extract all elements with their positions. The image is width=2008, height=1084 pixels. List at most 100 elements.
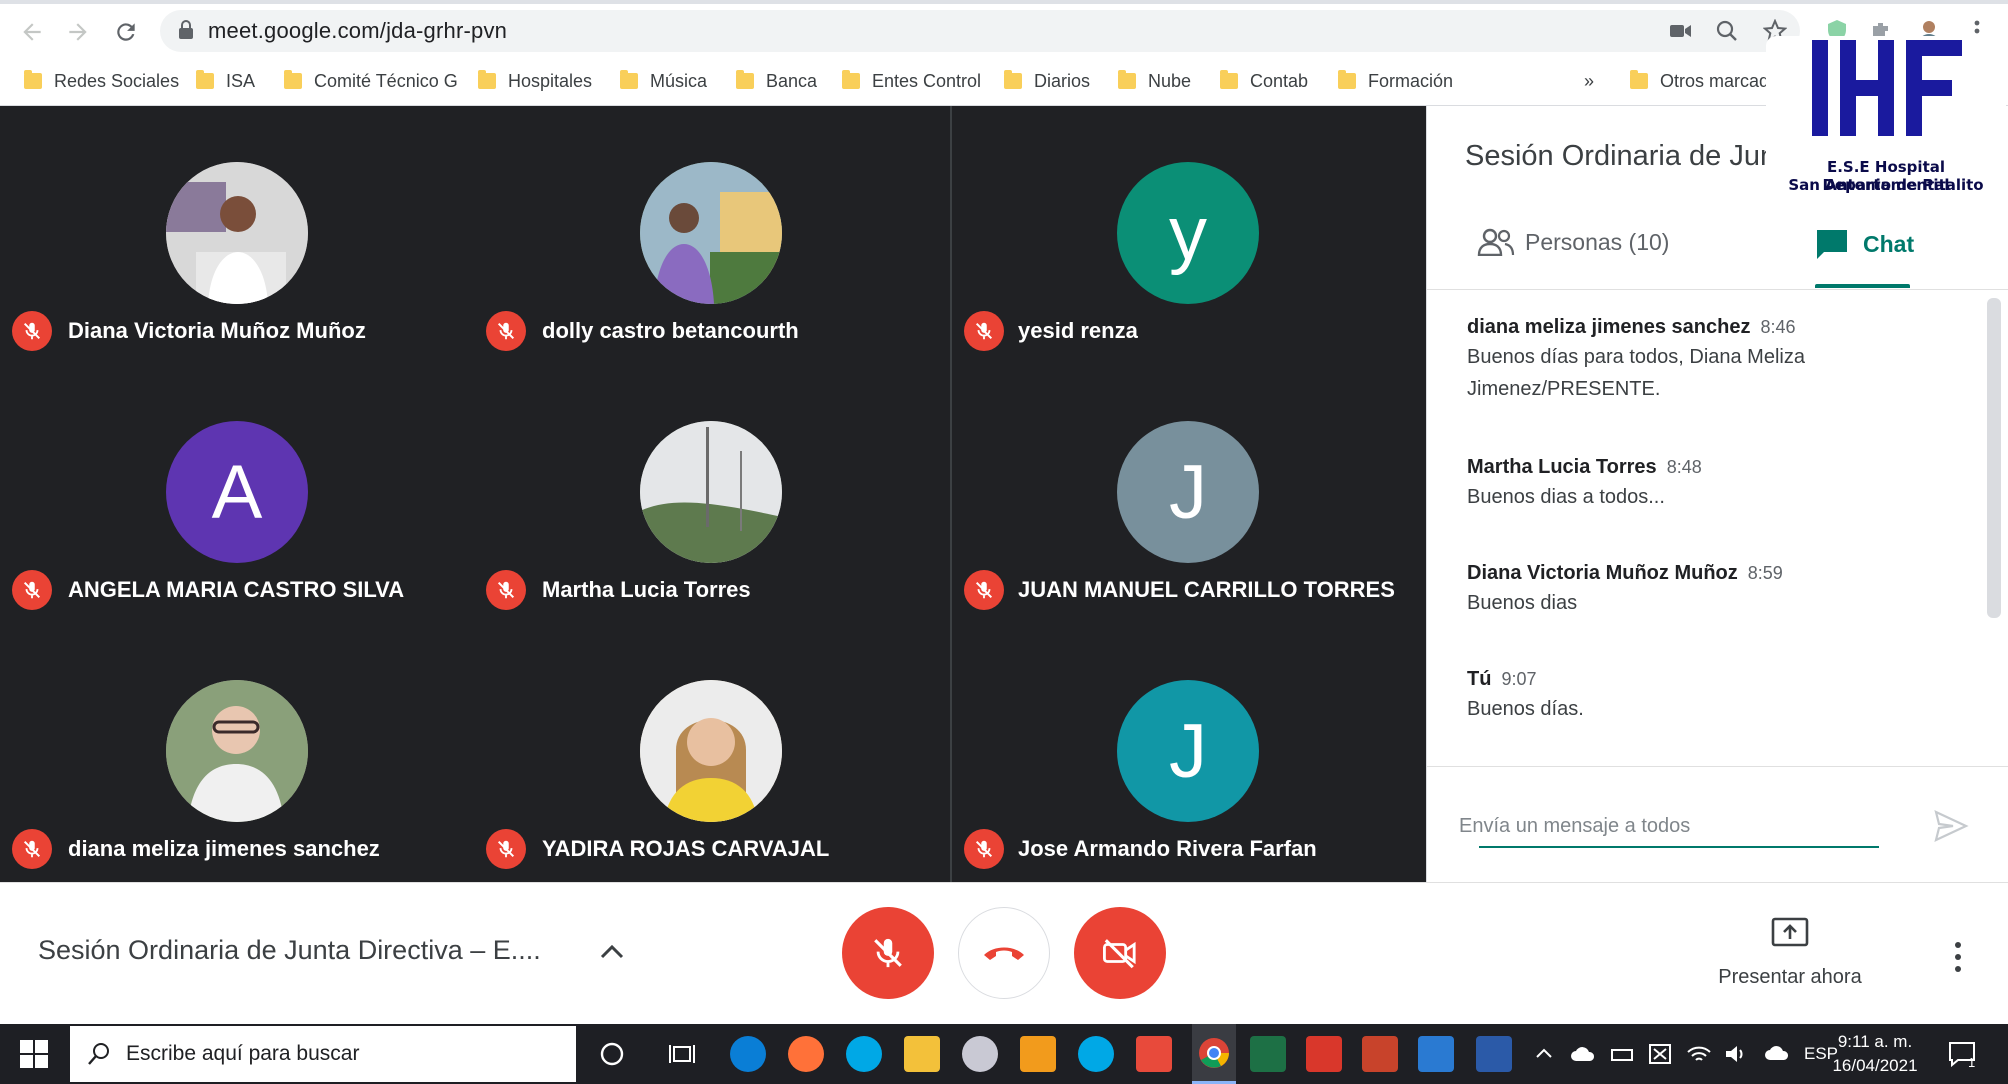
- chat-message-input[interactable]: [1459, 806, 1879, 846]
- folder-icon: [1630, 70, 1648, 89]
- windows-taskbar: Escribe aquí para buscar ESP 9:11 a. m. …: [0, 1024, 2008, 1084]
- input-underline: [1479, 846, 1879, 848]
- cortana-icon[interactable]: [594, 1036, 630, 1072]
- cloud-icon[interactable]: [1764, 1044, 1790, 1064]
- photos-icon[interactable]: [1418, 1036, 1454, 1072]
- security-icon[interactable]: [1648, 1043, 1672, 1065]
- muted-mic-icon: [486, 311, 526, 351]
- message-time: 9:07: [1501, 669, 1537, 689]
- windows-start-icon[interactable]: [20, 1040, 48, 1068]
- participant-initial-avatar: y: [1117, 162, 1259, 304]
- tabstrip: [0, 0, 2008, 4]
- chevron-up-icon[interactable]: [594, 933, 630, 969]
- chat-icon: [1817, 230, 1847, 259]
- zoom-icon[interactable]: [1712, 16, 1742, 46]
- camera-toggle-button[interactable]: [1074, 907, 1166, 999]
- notification-center[interactable]: 1: [1948, 1024, 1975, 1084]
- bookmark-folder[interactable]: Banca: [736, 66, 817, 96]
- hangup-icon: [984, 947, 1024, 960]
- firefox-icon[interactable]: [788, 1036, 824, 1072]
- participant-photo-avatar: [166, 162, 308, 304]
- muted-mic-icon: [12, 570, 52, 610]
- present-now-button[interactable]: Presentar ahora: [1700, 917, 1880, 989]
- wifi-icon[interactable]: [1686, 1044, 1712, 1064]
- message-text: Buenos días.: [1467, 698, 1584, 720]
- chevron-up-icon[interactable]: [1534, 1044, 1554, 1064]
- chat-scrollbar[interactable]: [1987, 298, 2001, 618]
- chrome-taskbar-item[interactable]: [1192, 1024, 1236, 1084]
- mic-off-icon: [874, 938, 902, 968]
- muted-mic-icon: [964, 829, 1004, 869]
- taskbar-clock[interactable]: 9:11 a. m. 16/04/2021: [1820, 1030, 1930, 1078]
- powerpoint-icon[interactable]: [1362, 1036, 1398, 1072]
- participant-initial-avatar: A: [166, 421, 308, 563]
- mic-toggle-button[interactable]: [842, 907, 934, 999]
- more-options-icon[interactable]: [1946, 939, 1970, 975]
- folder-icon: [736, 70, 754, 89]
- system-tray: ESP: [1534, 1024, 1838, 1084]
- message-time: 8:46: [1760, 317, 1796, 337]
- reload-icon[interactable]: [108, 14, 144, 50]
- skype-icon[interactable]: [846, 1036, 882, 1072]
- participant-name: yesid renza: [1018, 318, 1138, 343]
- volume-icon[interactable]: [1724, 1044, 1748, 1064]
- search-placeholder: Escribe aquí para buscar: [126, 1042, 360, 1065]
- edge-icon[interactable]: [730, 1036, 766, 1072]
- word-icon[interactable]: [1476, 1036, 1512, 1072]
- camera-icon[interactable]: [1666, 16, 1696, 46]
- acrobat-icon[interactable]: [1306, 1036, 1342, 1072]
- message-text: Buenos días para todos, Diana Meliza Jim…: [1467, 346, 1805, 400]
- task-view-icon[interactable]: [664, 1036, 700, 1072]
- bookmark-folder[interactable]: Entes Control: [842, 66, 981, 96]
- forward-arrow-icon[interactable]: [60, 14, 96, 50]
- message-text: Buenos dias a todos...: [1467, 486, 1665, 508]
- folder-icon: [1004, 70, 1022, 89]
- panel-title: Sesión Ordinaria de Jun: [1465, 140, 1777, 172]
- bookmark-folder[interactable]: Contab: [1220, 66, 1308, 96]
- muted-mic-icon: [12, 311, 52, 351]
- folder-icon: [24, 70, 42, 89]
- bookmark-folder[interactable]: Comité Técnico G: [284, 66, 458, 96]
- bookmark-folder[interactable]: Formación: [1338, 66, 1453, 96]
- folder-icon: [842, 70, 860, 89]
- active-tab-indicator: [1815, 284, 1910, 288]
- network-adapter-icon[interactable]: [1610, 1044, 1634, 1064]
- onedrive-icon[interactable]: [1570, 1045, 1596, 1063]
- app-icon[interactable]: [962, 1036, 998, 1072]
- skype-business-icon[interactable]: [1078, 1036, 1114, 1072]
- participant-name: diana meliza jimenes sanchez: [68, 836, 380, 861]
- folder-icon: [284, 70, 302, 89]
- media-player-icon[interactable]: [1020, 1036, 1056, 1072]
- bookmark-folder[interactable]: Música: [620, 66, 707, 96]
- bookmark-folder[interactable]: ISA: [196, 66, 255, 96]
- bookmark-folder[interactable]: Redes Sociales: [24, 66, 179, 96]
- hospital-logo: E.S.E Hospital Departamental San Antonio…: [1766, 36, 2006, 194]
- participant-initial-avatar: J: [1117, 680, 1259, 822]
- bookmarks-overflow-button[interactable]: »: [1584, 66, 1594, 96]
- message-sender: Diana Victoria Muñoz Muñoz: [1467, 562, 1738, 584]
- participant-photo-avatar: [640, 680, 782, 822]
- anydesk-icon[interactable]: [1136, 1036, 1172, 1072]
- leave-call-button[interactable]: [958, 907, 1050, 999]
- muted-mic-icon: [486, 829, 526, 869]
- folder-icon: [478, 70, 496, 89]
- bookmark-folder[interactable]: Diarios: [1004, 66, 1090, 96]
- chat-message: diana meliza jimenes sanchez 8:46 Buenos …: [1467, 316, 1927, 405]
- taskbar-search-box[interactable]: Escribe aquí para buscar: [70, 1026, 576, 1082]
- back-arrow-icon[interactable]: [14, 14, 50, 50]
- bookmark-folder[interactable]: Nube: [1118, 66, 1191, 96]
- file-explorer-icon[interactable]: [904, 1036, 940, 1072]
- tab-chat[interactable]: Chat: [1815, 228, 1914, 260]
- clock-time: 9:11 a. m.: [1837, 1032, 1913, 1051]
- message-time: 8:48: [1666, 457, 1702, 477]
- participant-name: YADIRA ROJAS CARVAJAL: [542, 836, 830, 861]
- send-icon[interactable]: [1933, 808, 1969, 844]
- logo-line-2: San Antonio de Pitalito: [1788, 176, 1984, 194]
- participant-photo-avatar: [166, 680, 308, 822]
- url-text[interactable]: meet.google.com/jda-grhr-pvn: [208, 18, 507, 44]
- search-icon: [88, 1043, 109, 1065]
- excel-icon[interactable]: [1250, 1036, 1286, 1072]
- bookmark-folder[interactable]: Hospitales: [478, 66, 592, 96]
- tab-people[interactable]: Personas (10): [1477, 228, 1669, 256]
- meeting-title[interactable]: Sesión Ordinaria de Junta Directiva – E.…: [38, 935, 541, 966]
